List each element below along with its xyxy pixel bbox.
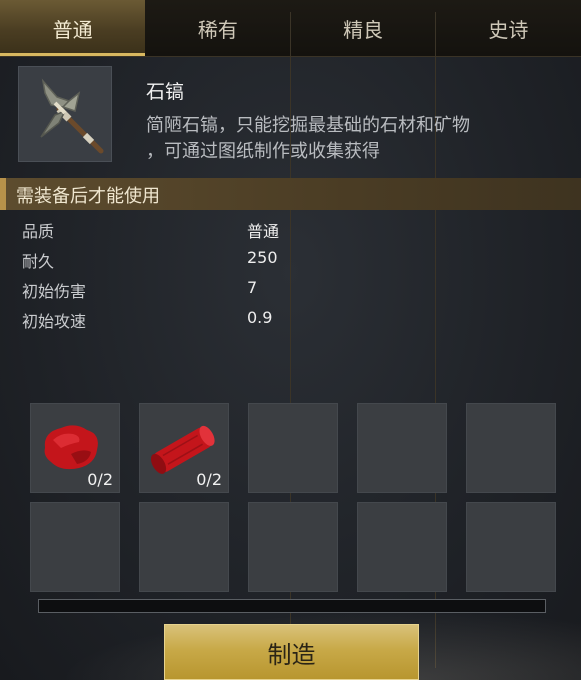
material-slot[interactable] [466,403,556,493]
tab-epic[interactable]: 史诗 [436,0,581,56]
material-count: 0/2 [196,470,222,489]
material-slot[interactable] [357,502,447,592]
material-slot[interactable]: 0/2 [139,403,229,493]
stat-row-quality: 品质 普通 [0,218,581,248]
craft-button[interactable]: 制造 [164,624,419,680]
stat-value: 普通 [247,222,280,241]
tab-excellent[interactable]: 精良 [291,0,436,56]
material-slot[interactable] [357,403,447,493]
material-count: 0/2 [87,470,113,489]
requirement-text: 需装备后才能使用 [16,186,160,207]
stat-row-damage: 初始伤害 7 [0,278,581,308]
tab-common[interactable]: 普通 [0,0,146,56]
stat-label: 初始攻速 [22,312,87,331]
stat-row-durability: 耐久 250 [0,248,581,278]
material-slot[interactable] [466,502,556,592]
material-slot[interactable] [139,502,229,592]
item-description-line: ，可通过图纸制作或收集获得 [146,141,380,162]
item-description: 简陋石镐，只能挖掘最基础的石材和矿物 ，可通过图纸制作或收集获得 [146,113,556,165]
material-slot[interactable] [248,502,338,592]
stat-value: 250 [247,248,278,267]
item-icon-frame [18,66,112,162]
tab-common-label: 普通 [52,17,93,42]
tab-rare-label: 稀有 [197,17,238,42]
item-name: 石镐 [146,81,185,103]
stat-value: 7 [247,278,258,297]
requirement-banner: 需装备后才能使用 [0,178,581,210]
stat-value: 0.9 [247,308,273,327]
stat-label: 品质 [22,222,55,241]
material-slot[interactable]: 0/2 [30,403,120,493]
stone-pickaxe-icon [40,78,104,154]
tab-epic-label: 史诗 [488,17,529,42]
stat-row-attack-speed: 初始攻速 0.9 [0,308,581,338]
stat-label: 初始伤害 [22,282,87,301]
tab-excellent-label: 精良 [343,17,384,42]
craft-button-label: 制造 [267,640,316,669]
material-slot[interactable] [248,403,338,493]
tab-rare[interactable]: 稀有 [145,0,290,56]
item-description-line: 简陋石镐，只能挖掘最基础的石材和矿物 [146,115,470,136]
material-slot[interactable] [30,502,120,592]
stat-label: 耐久 [22,252,55,271]
